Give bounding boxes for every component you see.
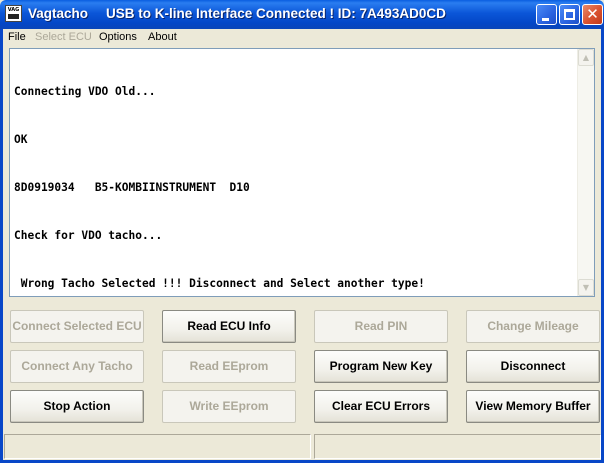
connect-any-tacho-button[interactable]: Connect Any Tacho bbox=[10, 350, 144, 383]
window-title: Vagtacho USB to K-line Interface Connecte… bbox=[28, 6, 446, 24]
connection-status-title: USB to K-line Interface Connected ! ID: … bbox=[106, 6, 446, 21]
read-eeprom-button[interactable]: Read EEprom bbox=[162, 350, 296, 383]
menu-file[interactable]: File bbox=[8, 30, 26, 45]
vertical-scrollbar[interactable]: ▲ ▼ bbox=[577, 49, 594, 296]
minimize-icon bbox=[542, 18, 549, 21]
close-button[interactable]: ✕ bbox=[582, 4, 603, 25]
program-new-key-button[interactable]: Program New Key bbox=[314, 350, 448, 383]
window-frame-left bbox=[0, 29, 3, 463]
log-line: Connecting VDO Old... bbox=[14, 85, 156, 98]
clear-ecu-errors-button[interactable]: Clear ECU Errors bbox=[314, 390, 448, 423]
menu-select-ecu[interactable]: Select ECU bbox=[35, 30, 92, 45]
chevron-up-icon: ▲ bbox=[582, 53, 590, 62]
connect-selected-ecu-button[interactable]: Connect Selected ECU bbox=[10, 310, 144, 343]
minimize-button[interactable] bbox=[536, 4, 557, 25]
app-icon-label: VAG bbox=[7, 7, 20, 13]
title-bar[interactable]: VAG Vagtacho USB to K-line Interface Conn… bbox=[0, 0, 604, 29]
scroll-down-button[interactable]: ▼ bbox=[578, 279, 594, 296]
app-name: Vagtacho bbox=[28, 6, 89, 21]
maximize-icon bbox=[564, 9, 575, 20]
output-log-text: Connecting VDO Old... OK 8D0919034 B5-KO… bbox=[14, 52, 574, 324]
chevron-down-icon: ▼ bbox=[582, 283, 590, 292]
change-mileage-button[interactable]: Change Mileage bbox=[466, 310, 600, 343]
log-line: OK bbox=[14, 133, 28, 146]
read-pin-button[interactable]: Read PIN bbox=[314, 310, 448, 343]
close-icon: ✕ bbox=[586, 5, 599, 23]
output-log[interactable]: Connecting VDO Old... OK 8D0919034 B5-KO… bbox=[9, 48, 595, 297]
write-eeprom-button[interactable]: Write EEprom bbox=[162, 390, 296, 423]
read-ecu-info-button[interactable]: Read ECU Info bbox=[162, 310, 296, 343]
menu-options[interactable]: Options bbox=[99, 30, 137, 45]
log-line: Wrong Tacho Selected !!! Disconnect and … bbox=[14, 277, 425, 290]
menu-about[interactable]: About bbox=[148, 30, 177, 45]
view-memory-buffer-button[interactable]: View Memory Buffer bbox=[466, 390, 600, 423]
log-line: 8D0919034 B5-KOMBIINSTRUMENT D10 bbox=[14, 181, 250, 194]
status-bar bbox=[3, 432, 601, 460]
disconnect-button[interactable]: Disconnect bbox=[466, 350, 600, 383]
status-panel-2 bbox=[314, 434, 601, 459]
vagtacho-app-icon[interactable]: VAG bbox=[5, 5, 22, 22]
scroll-up-button[interactable]: ▲ bbox=[578, 49, 594, 66]
log-line: Check for VDO tacho... bbox=[14, 229, 163, 242]
maximize-button[interactable] bbox=[559, 4, 580, 25]
stop-action-button[interactable]: Stop Action bbox=[10, 390, 144, 423]
status-panel-1 bbox=[4, 434, 311, 459]
menu-bar: File Select ECU Options About bbox=[3, 29, 601, 46]
